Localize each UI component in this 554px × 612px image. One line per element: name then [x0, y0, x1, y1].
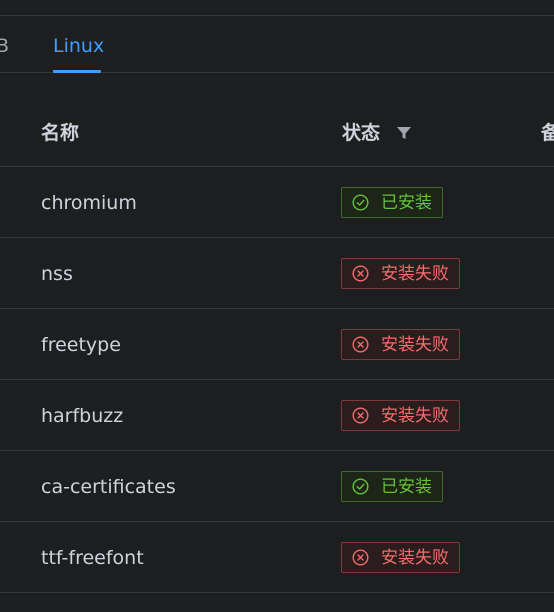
table-row: nss 安装失败: [0, 238, 554, 309]
package-name: ca-certificates: [41, 476, 176, 498]
table-row: freetype 安装失败: [0, 309, 554, 380]
status-label: 安装失败: [381, 334, 449, 355]
check-circle-icon: [352, 194, 369, 211]
tab-partial[interactable]: B: [0, 34, 9, 58]
package-name: freetype: [41, 334, 121, 356]
status-label: 安装失败: [381, 405, 449, 426]
package-name: chromium: [41, 192, 137, 214]
table-row: harfbuzz 安装失败: [0, 380, 554, 451]
status-badge: 安装失败: [341, 400, 460, 431]
package-table: 名称 状态 备 chromium 已安装 nss 安装失败 freetype 安装失败 ha…: [0, 73, 554, 593]
close-circle-icon: [352, 549, 369, 566]
status-badge: 安装失败: [341, 329, 460, 360]
package-name: nss: [41, 263, 73, 285]
table-row: chromium 已安装: [0, 167, 554, 238]
status-badge: 安装失败: [341, 542, 460, 573]
filter-icon[interactable]: [396, 125, 412, 141]
column-header-name: 名称: [41, 122, 80, 144]
top-strip: [0, 0, 554, 16]
status-label: 安装失败: [381, 547, 449, 568]
tab-linux[interactable]: Linux: [53, 34, 104, 58]
status-badge: 安装失败: [341, 258, 460, 289]
package-name: ttf-freefont: [41, 547, 144, 569]
close-circle-icon: [352, 265, 369, 282]
table-row: ca-certificates 已安装: [0, 451, 554, 522]
table-row: ttf-freefont 安装失败: [0, 522, 554, 593]
status-badge: 已安装: [341, 187, 443, 218]
status-label: 已安装: [381, 476, 432, 497]
column-header-status: 状态: [342, 122, 381, 144]
status-label: 已安装: [381, 192, 432, 213]
close-circle-icon: [352, 336, 369, 353]
tab-bar: B Linux: [0, 16, 554, 73]
status-label: 安装失败: [381, 263, 449, 284]
check-circle-icon: [352, 478, 369, 495]
table-body: chromium 已安装 nss 安装失败 freetype 安装失败 harfbuzz 安装…: [0, 167, 554, 593]
column-header-partial: 备: [541, 122, 554, 144]
close-circle-icon: [352, 407, 369, 424]
status-badge: 已安装: [341, 471, 443, 502]
table-header: 名称 状态 备: [0, 73, 554, 167]
package-name: harfbuzz: [41, 405, 124, 427]
